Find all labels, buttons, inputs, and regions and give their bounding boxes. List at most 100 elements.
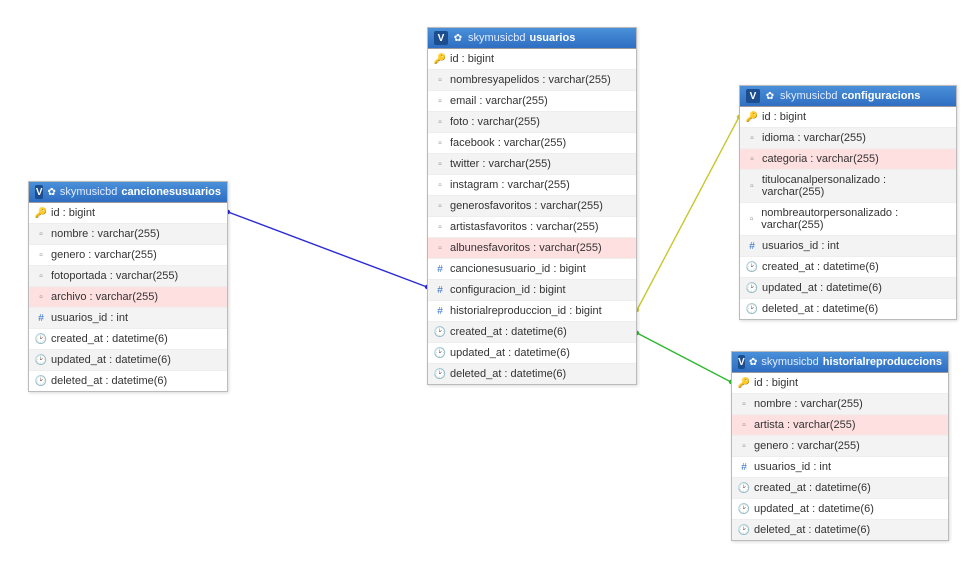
column-text: created_at : datetime(6) bbox=[450, 326, 567, 338]
column-row[interactable]: 🕑 deleted_at : datetime(6) bbox=[740, 299, 956, 319]
column-row[interactable]: 🕑 created_at : datetime(6) bbox=[428, 322, 636, 343]
column-text: nombreautorpersonalizado : varchar(255) bbox=[761, 207, 950, 231]
column-row[interactable]: ▫genero : varchar(255) bbox=[732, 436, 948, 457]
table-cancionesusuarios[interactable]: V✿skymusicbdcancionesusuarios🔑id : bigin… bbox=[28, 181, 228, 392]
column-row[interactable]: 🕑deleted_at : datetime(6) bbox=[732, 520, 948, 540]
column-row[interactable]: # historialreproduccion_id : bigint bbox=[428, 301, 636, 322]
col-icon: ▫ bbox=[746, 181, 758, 192]
column-text: nombre : varchar(255) bbox=[754, 398, 863, 410]
column-text: usuarios_id : int bbox=[51, 312, 128, 324]
column-text: historialreproduccion_id : bigint bbox=[450, 305, 602, 317]
fk-icon: # bbox=[434, 306, 446, 317]
table-historialreproduccions[interactable]: V✿skymusicbdhistorialreproduccions🔑id : … bbox=[731, 351, 949, 541]
column-row[interactable]: 🕑 created_at : datetime(6) bbox=[29, 329, 227, 350]
gear-icon[interactable]: ✿ bbox=[47, 186, 55, 198]
column-text: deleted_at : datetime(6) bbox=[762, 303, 878, 315]
column-text: archivo : varchar(255) bbox=[51, 291, 158, 303]
column-text: usuarios_id : int bbox=[762, 240, 839, 252]
col-icon: ▫ bbox=[35, 271, 47, 282]
column-text: email : varchar(255) bbox=[450, 95, 548, 107]
column-row[interactable]: ▫nombreautorpersonalizado : varchar(255) bbox=[740, 203, 956, 236]
col-icon: ▫ bbox=[434, 75, 446, 86]
column-row[interactable]: ▫nombre : varchar(255) bbox=[732, 394, 948, 415]
col-icon: ▫ bbox=[35, 229, 47, 240]
dt-icon: 🕑 bbox=[35, 355, 47, 366]
column-text: albunesfavoritos : varchar(255) bbox=[450, 242, 602, 254]
column-row[interactable]: #configuracion_id : bigint bbox=[428, 280, 636, 301]
column-row[interactable]: 🕑 created_at : datetime(6) bbox=[732, 478, 948, 499]
column-row[interactable]: 🕑 updated_at : datetime(6) bbox=[732, 499, 948, 520]
view-badge-icon: V bbox=[35, 185, 43, 199]
column-row[interactable]: ▫genero : varchar(255) bbox=[29, 245, 227, 266]
column-row[interactable]: 🔑id : bigint bbox=[428, 49, 636, 70]
dt-icon: 🕑 bbox=[434, 327, 446, 338]
column-row[interactable]: ▫generosfavoritos : varchar(255) bbox=[428, 196, 636, 217]
column-row[interactable]: ▫artistasfavoritos : varchar(255) bbox=[428, 217, 636, 238]
column-row[interactable]: ▫albunesfavoritos : varchar(255) bbox=[428, 238, 636, 259]
db-name: skymusicbd bbox=[780, 90, 837, 102]
column-row[interactable]: ▫facebook : varchar(255) bbox=[428, 133, 636, 154]
table-usuarios[interactable]: V✿skymusicbdusuarios🔑id : bigint▫nombres… bbox=[427, 27, 637, 385]
column-row[interactable]: ▫idioma : varchar(255) bbox=[740, 128, 956, 149]
column-row[interactable]: ▫ nombre : varchar(255) bbox=[29, 224, 227, 245]
table-name: cancionesusuarios bbox=[121, 186, 221, 198]
column-row[interactable]: 🕑updated_at : datetime(6) bbox=[428, 343, 636, 364]
column-row[interactable]: 🕑created_at : datetime(6) bbox=[740, 257, 956, 278]
dt-icon: 🕑 bbox=[738, 504, 750, 515]
column-text: deleted_at : datetime(6) bbox=[754, 524, 870, 536]
col-icon: ▫ bbox=[434, 117, 446, 128]
column-row[interactable]: # usuarios_id : int bbox=[740, 236, 956, 257]
column-row[interactable]: ▫ archivo : varchar(255) bbox=[29, 287, 227, 308]
fk-icon: # bbox=[434, 285, 446, 296]
column-text: deleted_at : datetime(6) bbox=[51, 375, 167, 387]
column-text: updated_at : datetime(6) bbox=[754, 503, 874, 515]
col-icon: ▫ bbox=[35, 292, 47, 303]
fk-icon: # bbox=[738, 462, 750, 473]
column-text: artistasfavoritos : varchar(255) bbox=[450, 221, 599, 233]
column-row[interactable]: 🕑 updated_at : datetime(6) bbox=[29, 350, 227, 371]
dt-icon: 🕑 bbox=[35, 334, 47, 345]
table-header[interactable]: V✿skymusicbdhistorialreproduccions bbox=[732, 352, 948, 373]
table-header[interactable]: V✿skymusicbdconfiguracions bbox=[740, 86, 956, 107]
column-text: updated_at : datetime(6) bbox=[51, 354, 171, 366]
column-text: twitter : varchar(255) bbox=[450, 158, 551, 170]
column-row[interactable]: ▫titulocanalpersonalizado : varchar(255) bbox=[740, 170, 956, 203]
dt-icon: 🕑 bbox=[746, 304, 758, 315]
column-row[interactable]: ▫instagram : varchar(255) bbox=[428, 175, 636, 196]
column-text: id : bigint bbox=[450, 53, 494, 65]
column-text: created_at : datetime(6) bbox=[754, 482, 871, 494]
column-text: foto : varchar(255) bbox=[450, 116, 540, 128]
gear-icon[interactable]: ✿ bbox=[764, 90, 776, 102]
column-row[interactable]: ▫ foto : varchar(255) bbox=[428, 112, 636, 133]
column-row[interactable]: ▫fotoportada : varchar(255) bbox=[29, 266, 227, 287]
column-row[interactable]: 🔑id : bigint bbox=[732, 373, 948, 394]
view-badge-icon: V bbox=[434, 31, 448, 45]
dt-icon: 🕑 bbox=[738, 483, 750, 494]
column-row[interactable]: 🔑id : bigint bbox=[740, 107, 956, 128]
column-row[interactable]: #usuarios_id : int bbox=[732, 457, 948, 478]
column-row[interactable]: 🕑deleted_at : datetime(6) bbox=[428, 364, 636, 384]
column-row[interactable]: ▫artista : varchar(255) bbox=[732, 415, 948, 436]
gear-icon[interactable]: ✿ bbox=[749, 356, 757, 368]
column-row[interactable]: ▫twitter : varchar(255) bbox=[428, 154, 636, 175]
column-row[interactable]: #cancionesusuario_id : bigint bbox=[428, 259, 636, 280]
column-row[interactable]: 🔑id : bigint bbox=[29, 203, 227, 224]
table-header[interactable]: V✿skymusicbdusuarios bbox=[428, 28, 636, 49]
table-header[interactable]: V✿skymusicbdcancionesusuarios bbox=[29, 182, 227, 203]
column-row[interactable]: #usuarios_id : int bbox=[29, 308, 227, 329]
column-text: created_at : datetime(6) bbox=[51, 333, 168, 345]
column-row[interactable]: 🕑updated_at : datetime(6) bbox=[740, 278, 956, 299]
column-row[interactable]: ▫categoria : varchar(255) bbox=[740, 149, 956, 170]
column-row[interactable]: 🕑 deleted_at : datetime(6) bbox=[29, 371, 227, 391]
key-icon: 🔑 bbox=[746, 112, 758, 123]
column-row[interactable]: ▫ nombresyapelidos : varchar(255) bbox=[428, 70, 636, 91]
fk-icon: # bbox=[746, 241, 758, 252]
gear-icon[interactable]: ✿ bbox=[452, 32, 464, 44]
dt-icon: 🕑 bbox=[35, 376, 47, 387]
column-row[interactable]: ▫email : varchar(255) bbox=[428, 91, 636, 112]
col-icon: ▫ bbox=[746, 133, 758, 144]
column-text: nombre : varchar(255) bbox=[51, 228, 160, 240]
column-text: nombresyapelidos : varchar(255) bbox=[450, 74, 611, 86]
table-name: historialreproduccions bbox=[823, 356, 942, 368]
table-configuracions[interactable]: V✿skymusicbdconfiguracions🔑id : bigint▫i… bbox=[739, 85, 957, 320]
